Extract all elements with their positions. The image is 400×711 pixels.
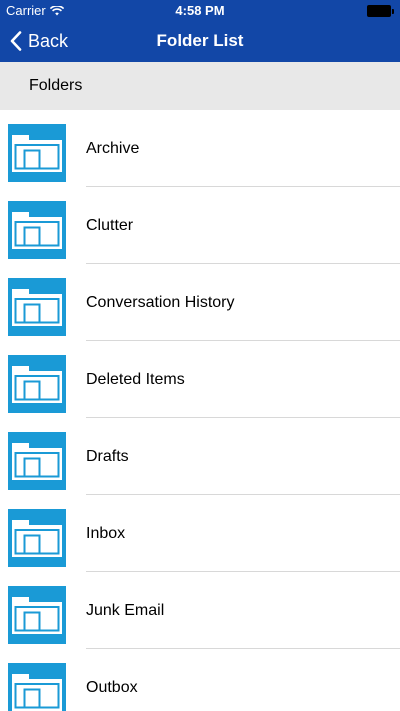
folder-row-junk-email[interactable]: Junk Email xyxy=(0,572,400,649)
folder-label: Archive xyxy=(86,140,140,157)
folder-row-clutter[interactable]: Clutter xyxy=(0,187,400,264)
folder-label: Conversation History xyxy=(86,294,235,311)
battery-icon xyxy=(367,5,394,17)
folder-label: Junk Email xyxy=(86,602,165,619)
folder-icon xyxy=(8,355,66,413)
folder-label: Clutter xyxy=(86,217,134,234)
top-bar: Carrier 4:58 PM Back Folder List xyxy=(0,0,400,62)
folder-icon xyxy=(8,124,66,182)
status-bar: Carrier 4:58 PM xyxy=(0,0,400,20)
folder-row-outbox[interactable]: Outbox xyxy=(0,649,400,711)
folder-row-inbox[interactable]: Inbox xyxy=(0,495,400,572)
folder-list-screen: Carrier 4:58 PM Back Folder List Folders… xyxy=(0,0,400,711)
folder-icon xyxy=(8,432,66,490)
folder-icon xyxy=(8,509,66,567)
back-button-label: Back xyxy=(28,30,69,51)
folder-label: Inbox xyxy=(86,525,126,542)
folder-label: Deleted Items xyxy=(86,371,185,388)
section-header: Folders xyxy=(0,62,400,110)
navigation-bar: Back Folder List xyxy=(0,20,400,62)
folder-row-drafts[interactable]: Drafts xyxy=(0,418,400,495)
folder-row-deleted-items[interactable]: Deleted Items xyxy=(0,341,400,418)
folder-row-archive[interactable]: Archive xyxy=(0,110,400,187)
folder-list: Archive Clutter Conversation History Del… xyxy=(0,110,400,711)
folder-icon xyxy=(8,278,66,336)
folder-icon xyxy=(8,586,66,644)
folder-icon xyxy=(8,663,66,711)
chevron-left-icon xyxy=(10,31,22,51)
folder-label: Outbox xyxy=(86,679,138,696)
folder-row-conversation-history[interactable]: Conversation History xyxy=(0,264,400,341)
status-time: 4:58 PM xyxy=(175,3,225,18)
folder-label: Drafts xyxy=(86,448,129,465)
back-button[interactable]: Back xyxy=(10,20,68,62)
folder-icon xyxy=(8,201,66,259)
